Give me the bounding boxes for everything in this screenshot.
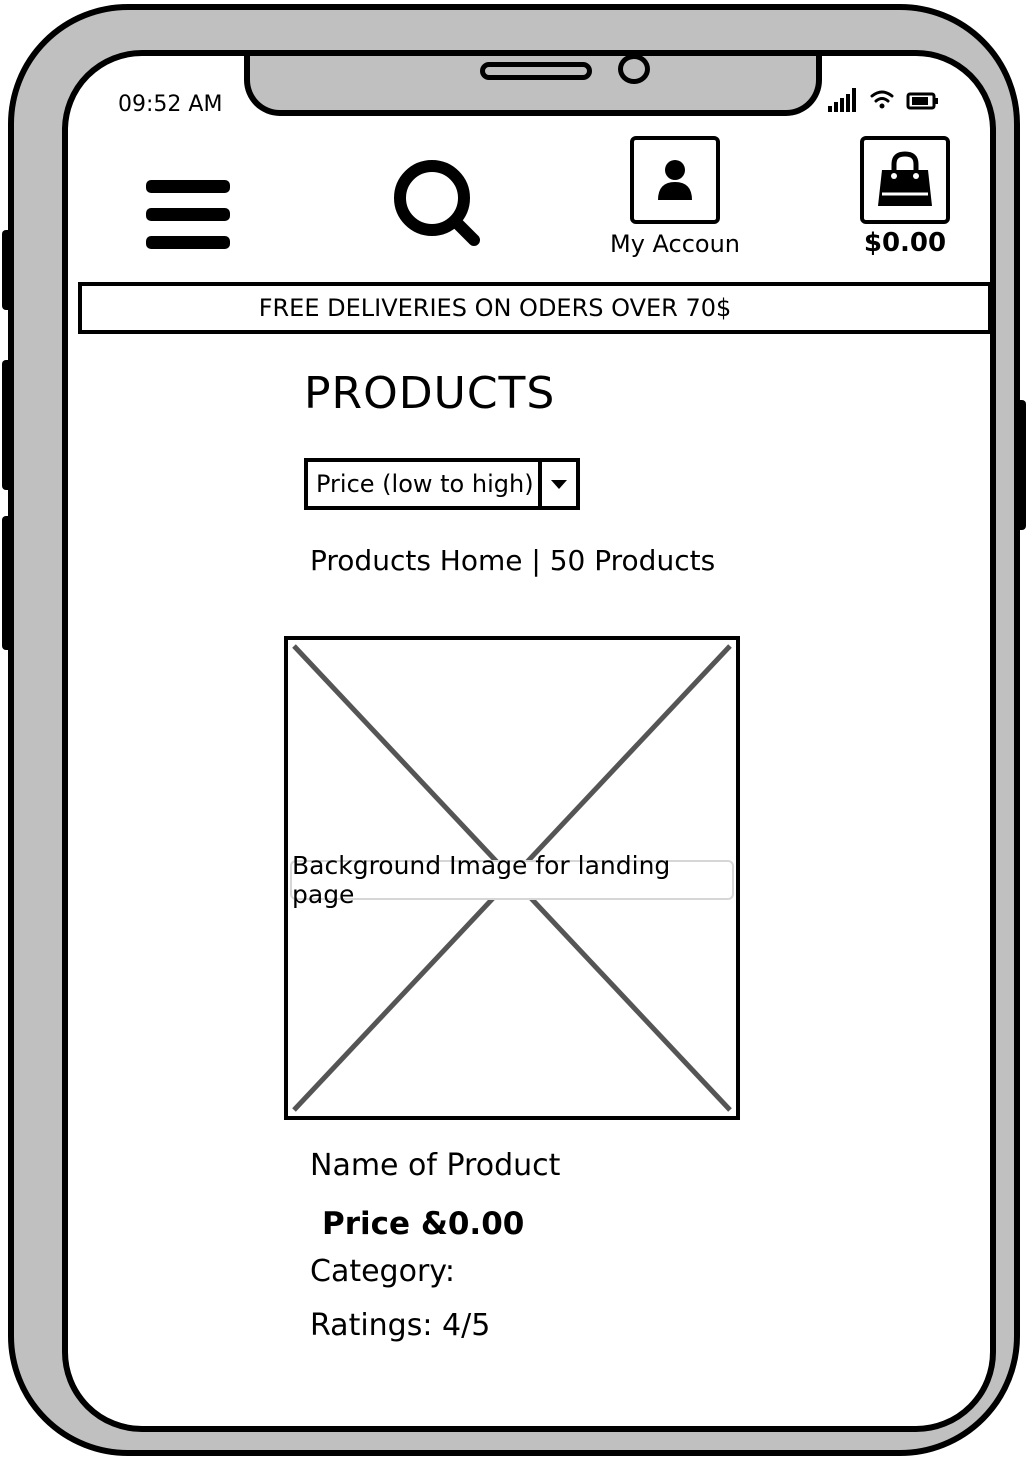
search-icon[interactable] [390,156,486,252]
hamburger-menu-icon[interactable] [146,180,230,254]
phone-screen: 09:52 AM My Accoun $0.00 FREE DELIVERIES… [62,50,996,1432]
image-caption: Background Image for landing page [290,851,734,909]
sort-dropdown[interactable]: Price (low to high) [304,458,580,510]
side-button-left-1 [2,230,12,310]
product-price: Price &0.00 [322,1206,525,1242]
notch [244,56,822,116]
phone-frame: 09:52 AM My Accoun $0.00 FREE DELIVERIES… [2,4,1026,1456]
shopping-bag-icon [878,151,932,206]
cart-button[interactable] [860,136,950,224]
chevron-down-icon [551,480,567,489]
product-name[interactable]: Name of Product [310,1148,560,1183]
status-time: 09:52 AM [118,92,223,117]
sort-selected-value: Price (low to high) [316,470,534,498]
account-label[interactable]: My Accoun [598,230,752,258]
product-image-placeholder[interactable]: Background Image for landing page [284,636,740,1120]
product-category: Category: [310,1254,455,1289]
status-icons [828,88,938,112]
signal-icon [828,88,856,112]
camera [618,56,650,84]
battery-icon [906,92,938,110]
promo-banner: FREE DELIVERIES ON ODERS OVER 70$ [78,282,990,334]
sort-dropdown-arrow[interactable] [538,462,576,506]
breadcrumb: Products Home | 50 Products [310,544,716,577]
account-button[interactable] [630,136,720,224]
page-title: PRODUCTS [304,368,556,419]
side-button-left-3 [2,516,12,650]
wifi-icon [870,90,894,109]
side-button-left-2 [2,360,12,490]
speaker [480,62,592,80]
promo-banner-text: FREE DELIVERIES ON ODERS OVER 70$ [258,294,732,322]
user-icon [658,160,692,200]
cart-total: $0.00 [863,228,947,258]
side-button-right [1016,400,1026,530]
product-ratings: Ratings: 4/5 [310,1308,491,1343]
